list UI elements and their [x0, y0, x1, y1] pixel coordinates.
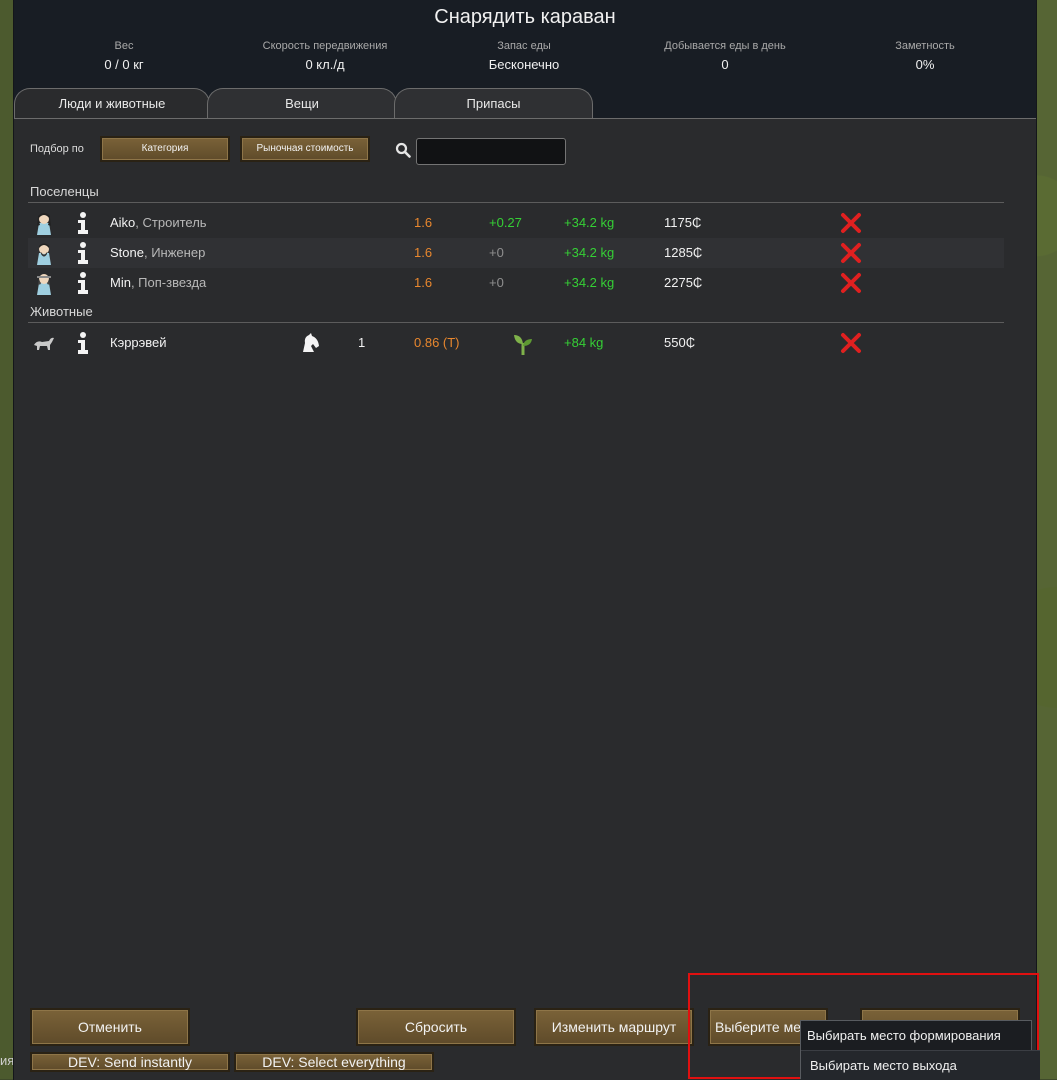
- animal-speed: 0.86 (T): [414, 335, 460, 350]
- sort-market-value-button[interactable]: Рыночная стоимость: [240, 136, 370, 162]
- info-icon[interactable]: [74, 212, 92, 234]
- table-row[interactable]: Aiko, Строитель 1.6 +0.27 +34.2 kg 1175₵: [28, 208, 1004, 238]
- stat-forage-per-day: Добывается еды в день 0: [625, 40, 825, 72]
- remove-icon[interactable]: [840, 272, 862, 294]
- pawn-carry-mass: +34.2 kg: [564, 275, 615, 290]
- pawn-market-value: 1285₵: [664, 245, 703, 260]
- menu-item-choose-exit-spot[interactable]: Выбирать место выхода: [801, 1050, 1040, 1080]
- sort-label: Подбор по: [30, 143, 84, 155]
- stat-label: Добывается еды в день: [664, 40, 786, 52]
- stat-value: 0: [721, 57, 729, 72]
- search-icon: [395, 142, 411, 158]
- section-divider: [28, 322, 1004, 323]
- section-title-colonists: Поселенцы: [30, 184, 99, 199]
- info-icon[interactable]: [74, 272, 92, 294]
- tab-items[interactable]: Вещи: [207, 88, 397, 118]
- pawn-speed: 1.6: [414, 245, 433, 260]
- stat-label: Вес: [114, 40, 134, 52]
- table-row[interactable]: Min, Поп-звезда 1.6 +0 +34.2 kg 2275₵: [28, 268, 1004, 298]
- search-input[interactable]: [416, 138, 566, 165]
- stat-food-supply: Запас еды Бесконечно: [424, 40, 624, 72]
- dialog-header: Снарядить караван Вес 0 / 0 кг Скорость …: [14, 0, 1036, 119]
- pawn-name-text: Stone: [110, 245, 144, 260]
- pawn-market-value: 1175₵: [664, 215, 702, 230]
- pawn-role: , Строитель: [135, 215, 207, 230]
- sort-category-button[interactable]: Категория: [100, 136, 230, 162]
- form-caravan-dialog: Снарядить караван Вес 0 / 0 кг Скорость …: [14, 0, 1036, 1080]
- pawn-market-value: 2275₵: [664, 275, 703, 290]
- animal-name: Кэррэвей: [110, 335, 167, 350]
- tab-supplies[interactable]: Припасы: [394, 88, 593, 118]
- table-row[interactable]: Кэррэвей 1 0.86 (T) +84 kg 550₵: [28, 328, 1004, 358]
- pawn-name-text: Aiko: [110, 215, 136, 230]
- stat-speed: Скорость передвижения 0 кл./д: [225, 40, 425, 72]
- animal-market-value: 550₵: [664, 335, 696, 350]
- section-title-animals: Животные: [30, 304, 93, 319]
- remove-icon[interactable]: [840, 332, 862, 354]
- pawn-speed: 1.6: [414, 215, 433, 230]
- stat-label: Заметность: [895, 40, 955, 52]
- pawn-portrait-icon: [37, 274, 51, 295]
- pawn-carry-mass: +34.2 kg: [564, 245, 615, 260]
- animal-carry-mass: +84 kg: [564, 335, 604, 350]
- stat-weight: Вес 0 / 0 кг: [24, 40, 224, 72]
- stat-value: Бесконечно: [488, 57, 560, 72]
- animal-count: 1: [358, 335, 366, 350]
- remove-icon[interactable]: [840, 212, 862, 234]
- stat-value: 0%: [915, 57, 935, 72]
- stat-value: 0 кл./д: [305, 57, 345, 72]
- reset-button[interactable]: Сбросить: [356, 1008, 516, 1046]
- pawn-name: Aiko, Строитель: [110, 208, 207, 238]
- dev-send-instantly-button[interactable]: DEV: Send instantly: [30, 1052, 230, 1072]
- pawn-portrait-icon: [37, 243, 51, 265]
- info-icon[interactable]: [74, 332, 92, 354]
- pawn-carry-mass: +34.2 kg: [564, 215, 615, 230]
- pawn-food: +0: [489, 245, 504, 260]
- tab-pawns[interactable]: Люди и животные: [14, 88, 210, 119]
- background-text-fragment: ия: [0, 1053, 15, 1068]
- pawn-role: , Инженер: [143, 245, 206, 260]
- info-icon[interactable]: [74, 242, 92, 264]
- pawn-name: Min, Поп-звезда: [110, 268, 206, 298]
- stat-visibility: Заметность 0%: [825, 40, 1025, 72]
- pawn-speed: 1.6: [414, 275, 433, 290]
- horse-head-icon: [303, 333, 319, 352]
- spot-selection-dropdown: Выбирать место формирования Выбирать мес…: [800, 1020, 1040, 1080]
- stat-value: 0 / 0 кг: [104, 57, 144, 72]
- dev-select-everything-button[interactable]: DEV: Select everything: [234, 1052, 434, 1072]
- animal-portrait-icon: [34, 337, 54, 350]
- section-divider: [28, 202, 1004, 203]
- pawn-name-text: Min: [110, 275, 131, 290]
- pawn-food: +0: [489, 275, 504, 290]
- table-row[interactable]: Stone, Инженер 1.6 +0 +34.2 kg 1285₵: [28, 238, 1004, 268]
- plant-sprout-icon: [514, 335, 532, 355]
- menu-item-choose-formation-spot[interactable]: Выбирать место формирования: [801, 1021, 1037, 1050]
- dialog-title: Снарядить караван: [434, 6, 616, 28]
- stat-label: Запас еды: [497, 40, 551, 52]
- cancel-button[interactable]: Отменить: [30, 1008, 190, 1046]
- change-route-button[interactable]: Изменить маршрут: [534, 1008, 694, 1046]
- pawn-name: Stone, Инженер: [110, 238, 205, 268]
- pawn-role: , Поп-звезда: [130, 275, 207, 290]
- remove-icon[interactable]: [840, 242, 862, 264]
- pawn-food: +0.27: [489, 215, 522, 230]
- stat-label: Скорость передвижения: [262, 40, 388, 52]
- pawn-portrait-icon: [37, 213, 51, 235]
